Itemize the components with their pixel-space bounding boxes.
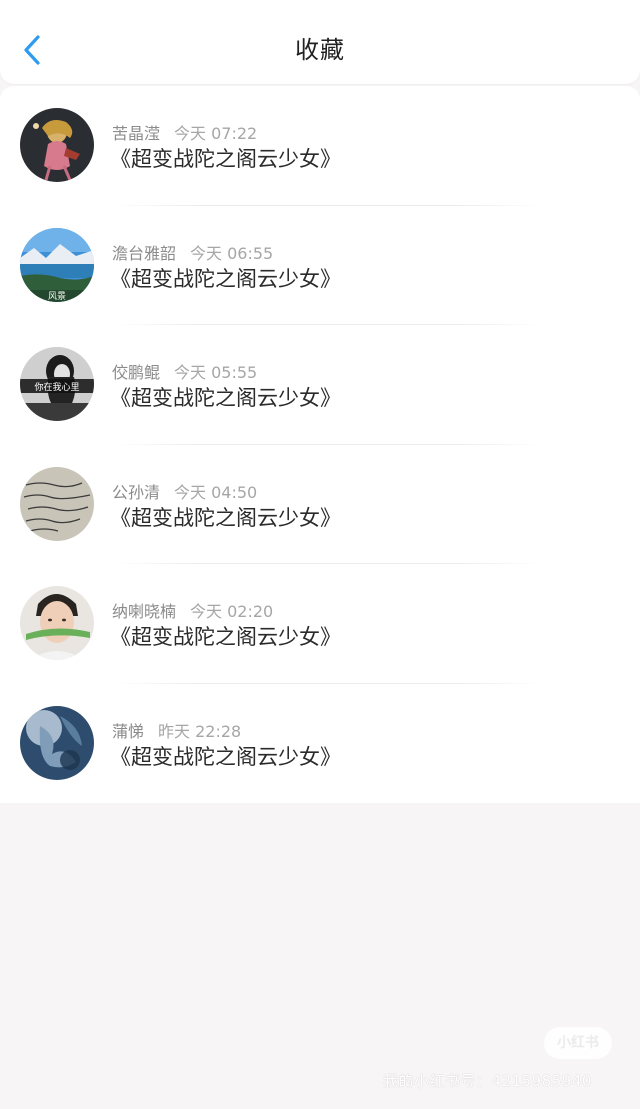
- book-title[interactable]: 《超变战陀之阁云少女》: [110, 382, 341, 412]
- avatar[interactable]: 你在我心里: [20, 347, 94, 421]
- user-name[interactable]: 佼鹏鲲: [112, 363, 160, 382]
- user-name[interactable]: 蒲悌: [112, 722, 144, 741]
- blue-abstract-avatar: [20, 705, 94, 780]
- avatar[interactable]: 风景: [20, 227, 94, 302]
- item-meta: 公孙清 今天 04:50: [112, 479, 257, 503]
- handwriting-avatar: [20, 466, 94, 541]
- avatar[interactable]: [20, 108, 94, 182]
- item-meta: 蒲悌 昨天 22:28: [112, 718, 241, 742]
- watermark-text: 我的小红书号：4215985940: [383, 1072, 592, 1090]
- book-title[interactable]: 《超变战陀之阁云少女》: [110, 741, 341, 771]
- list-item[interactable]: 风景 澹台雅韶 今天 06:55 《超变战陀之阁云少女》: [0, 206, 640, 325]
- book-title[interactable]: 《超变战陀之阁云少女》: [110, 621, 341, 651]
- item-meta: 苦晶滢 今天 07:22: [112, 120, 257, 144]
- bw-girl-avatar: 你在我心里: [20, 347, 94, 421]
- timestamp: 昨天 22:28: [158, 721, 242, 741]
- book-title[interactable]: 《超变战陀之阁云少女》: [110, 502, 341, 532]
- landscape-avatar: 风景: [20, 227, 94, 302]
- item-meta: 澹台雅韶 今天 06:55: [112, 240, 273, 264]
- avatar[interactable]: [20, 586, 94, 660]
- top-bar: 收藏: [0, 0, 640, 84]
- list-item[interactable]: 蒲悌 昨天 22:28 《超变战陀之阁云少女》: [0, 684, 640, 804]
- avatar-caption: 你在我心里: [34, 381, 79, 393]
- avatar[interactable]: [20, 466, 94, 541]
- item-meta: 纳喇晓楠 今天 02:20: [112, 598, 273, 622]
- user-name[interactable]: 公孙清: [112, 483, 160, 502]
- avatar[interactable]: [20, 705, 94, 780]
- user-name[interactable]: 纳喇晓楠: [112, 602, 176, 621]
- book-title[interactable]: 《超变战陀之阁云少女》: [110, 143, 341, 173]
- list-item[interactable]: 苦晶滢 今天 07:22 《超变战陀之阁云少女》: [0, 86, 640, 206]
- page-title: 收藏: [295, 36, 345, 64]
- timestamp: 今天 06:55: [190, 243, 274, 263]
- book-title[interactable]: 《超变战陀之阁云少女》: [110, 263, 341, 293]
- anime-girl-avatar: [20, 108, 94, 182]
- man-portrait-avatar: [20, 586, 94, 660]
- timestamp: 今天 04:50: [174, 482, 258, 502]
- list-item[interactable]: 你在我心里 佼鹏鲲 今天 05:55 《超变战陀之阁云少女》: [0, 325, 640, 445]
- timestamp: 今天 07:22: [174, 124, 258, 143]
- favorites-list: 苦晶滢 今天 07:22 《超变战陀之阁云少女》 风景 澹台雅韶 今天 06:55 …: [0, 86, 640, 803]
- watermark-logo: 小红书: [544, 1027, 612, 1059]
- avatar-caption: 风景: [48, 291, 66, 302]
- timestamp: 今天 02:20: [190, 602, 274, 621]
- user-name[interactable]: 苦晶滢: [112, 124, 160, 143]
- item-meta: 佼鹏鲲 今天 05:55: [112, 359, 257, 383]
- list-item[interactable]: 纳喇晓楠 今天 02:20 《超变战陀之阁云少女》: [0, 564, 640, 684]
- timestamp: 今天 05:55: [174, 363, 258, 382]
- user-name[interactable]: 澹台雅韶: [112, 244, 176, 263]
- list-item[interactable]: 公孙清 今天 04:50 《超变战陀之阁云少女》: [0, 445, 640, 564]
